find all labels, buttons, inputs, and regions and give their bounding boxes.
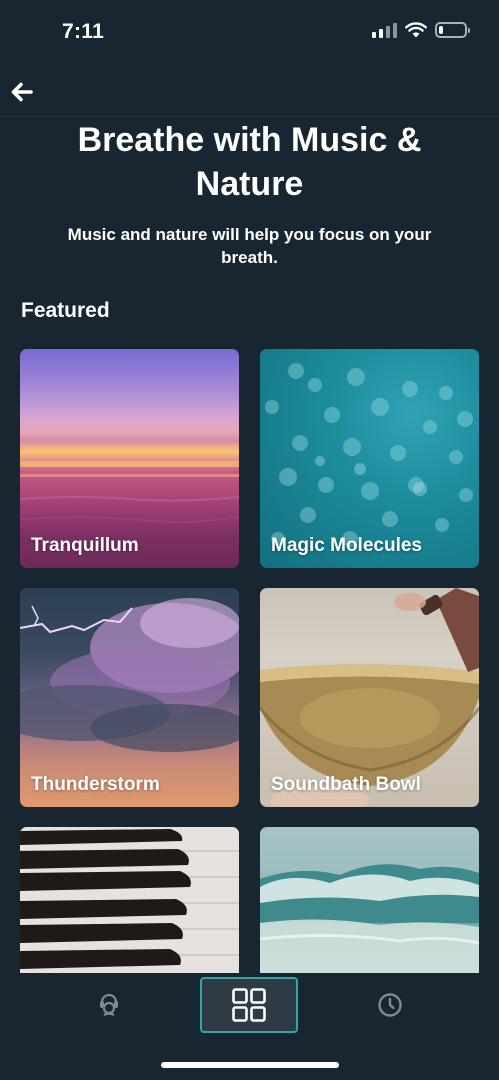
navigation-bar bbox=[0, 66, 499, 117]
page-subtitle: Music and nature will help you focus on … bbox=[67, 225, 432, 267]
card-thunderstorm[interactable]: Thunderstorm bbox=[20, 588, 239, 807]
card-label: Magic Molecules bbox=[271, 535, 422, 556]
card-magic-molecules[interactable]: Magic Molecules bbox=[260, 349, 479, 568]
tab-history[interactable] bbox=[341, 977, 439, 1033]
tab-explore[interactable] bbox=[200, 977, 298, 1033]
card-label: Thunderstorm bbox=[31, 774, 160, 795]
piano-image bbox=[20, 827, 239, 973]
card-label: Soundbath Bowl bbox=[271, 774, 421, 795]
grid-icon bbox=[232, 988, 266, 1022]
ocean-wave-image bbox=[260, 827, 479, 973]
card-piano[interactable] bbox=[20, 827, 239, 973]
card-tranquillum[interactable]: Tranquillum bbox=[20, 349, 239, 568]
cellular-signal-icon bbox=[372, 22, 397, 38]
card-label: Tranquillum bbox=[31, 535, 139, 556]
page-title: Breathe with Music & Nature bbox=[77, 121, 422, 203]
back-button[interactable] bbox=[8, 78, 36, 106]
tab-breathe[interactable] bbox=[60, 977, 158, 1033]
home-indicator[interactable] bbox=[161, 1062, 339, 1068]
clock-icon bbox=[378, 993, 402, 1017]
arrow-left-icon bbox=[11, 82, 33, 102]
featured-heading: Featured bbox=[21, 299, 110, 322]
wifi-icon bbox=[405, 22, 427, 38]
battery-icon bbox=[435, 22, 470, 38]
status-indicators bbox=[372, 22, 470, 38]
card-ocean-wave[interactable] bbox=[260, 827, 479, 973]
status-bar: 7:11 bbox=[0, 0, 499, 66]
status-time: 7:11 bbox=[62, 20, 105, 43]
breathe-head-icon bbox=[100, 993, 118, 1016]
card-soundbath-bowl[interactable]: Soundbath Bowl bbox=[260, 588, 479, 807]
battery-level bbox=[439, 26, 443, 34]
